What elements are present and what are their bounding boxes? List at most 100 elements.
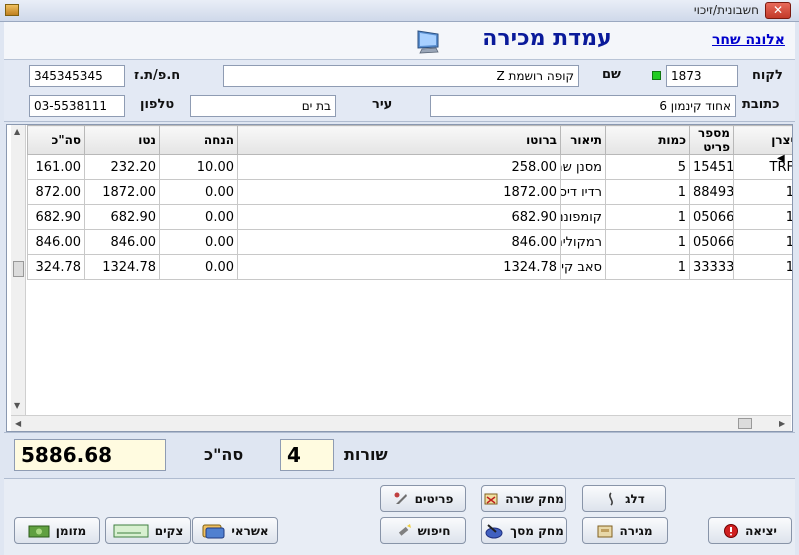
col-qty-header[interactable]: כמות xyxy=(605,125,690,155)
cell-net[interactable]: 682.90 xyxy=(84,204,160,230)
cell-gross[interactable]: 1324.78 xyxy=(237,254,561,280)
delete-row-icon xyxy=(484,493,498,504)
title-bar: חשבונית/זיכוי ✕ xyxy=(0,0,799,22)
checks-button[interactable]: צקים xyxy=(105,517,191,544)
horizontal-scroll-thumb[interactable] xyxy=(738,418,752,429)
vertical-scroll-thumb[interactable] xyxy=(13,261,24,277)
delete-screen-button[interactable]: מחק מסך xyxy=(481,517,567,544)
cell-maker[interactable]: 1 xyxy=(733,229,792,255)
cell-net[interactable]: 846.00 xyxy=(84,229,160,255)
cell-maker[interactable]: 1 xyxy=(733,204,792,230)
delete-row-button[interactable]: מחק שורה xyxy=(481,485,566,512)
items-grid[interactable]: ▲ ▼ סה"כ נטו הנחה ברוטו תיאור כמות מספר … xyxy=(6,124,793,432)
exit-button[interactable]: יציאה xyxy=(708,517,792,544)
col-item-number-header[interactable]: מספר פריט xyxy=(689,125,734,155)
cell-total[interactable]: 872.00 xyxy=(27,179,85,205)
col-total-header[interactable]: סה"כ xyxy=(27,125,85,155)
cell-total[interactable]: 846.00 xyxy=(27,229,85,255)
cell-item-number[interactable]: 050667110079 xyxy=(689,229,734,255)
app-icon xyxy=(5,4,19,16)
table-row[interactable]: 682.90 682.90 0.00 682.90 קומפוננט אינפי… xyxy=(27,204,792,230)
name-field[interactable]: קופה רושמת Z xyxy=(223,65,579,87)
delete-screen-button-label: מחק מסך xyxy=(510,523,564,538)
cell-item-number[interactable]: 050667110406 xyxy=(689,204,734,230)
current-row-pointer-icon: ◀ xyxy=(777,153,785,164)
check-icon xyxy=(113,524,149,537)
cell-qty[interactable]: 5 xyxy=(605,154,690,180)
col-net-header[interactable]: נטו xyxy=(84,125,160,155)
cell-discount[interactable]: 0.00 xyxy=(159,179,238,205)
customer-number-field[interactable]: 1873 xyxy=(666,65,738,87)
cash-button[interactable]: מזומן xyxy=(14,517,100,544)
cell-qty[interactable]: 1 xyxy=(605,204,690,230)
cell-gross[interactable]: 258.00 xyxy=(237,154,561,180)
cell-maker[interactable]: 1 xyxy=(733,254,792,280)
col-discount-header[interactable]: הנחה xyxy=(159,125,238,155)
skip-button-label: דלג xyxy=(625,491,645,506)
cell-item-number[interactable]: 1545158548 xyxy=(689,154,734,180)
cell-total[interactable]: 324.78 xyxy=(27,254,85,280)
id-field[interactable]: 345345345 xyxy=(29,65,125,87)
cell-qty[interactable]: 1 xyxy=(605,254,690,280)
totals-bar: 5886.68 סה"כ 4 שורות xyxy=(4,432,795,478)
customer-panel: לקוח 1873 שם קופה רושמת Z ח.פ/ת.ז 345345… xyxy=(4,60,795,122)
cash-icon xyxy=(28,525,50,537)
user-link[interactable]: אלונה שחר xyxy=(712,32,785,48)
monitor-icon xyxy=(417,30,439,54)
cell-discount[interactable]: 0.00 xyxy=(159,254,238,280)
cell-qty[interactable]: 1 xyxy=(605,179,690,205)
scroll-left-icon[interactable]: ◀ xyxy=(15,419,21,428)
cell-net[interactable]: 1872.00 xyxy=(84,179,160,205)
cell-description[interactable]: רמקולים אינפיניטי 6X9 פול רנג׳ 6929I xyxy=(560,229,606,255)
cell-gross[interactable]: 846.00 xyxy=(237,229,561,255)
cell-maker[interactable]: 1 xyxy=(733,179,792,205)
credit-button[interactable]: אשראי xyxy=(192,517,278,544)
col-gross-header[interactable]: ברוטו xyxy=(237,125,561,155)
city-field[interactable]: בת ים xyxy=(190,95,336,117)
flashlight-icon xyxy=(398,523,411,536)
search-button-label: חיפוש xyxy=(417,523,451,538)
table-row[interactable]: 846.00 846.00 0.00 846.00 רמקולים אינפינ… xyxy=(27,229,792,255)
line-count-label: שורות xyxy=(344,445,388,464)
col-description-header[interactable]: תיאור xyxy=(560,125,606,155)
horizontal-scrollbar[interactable]: ◀ ▶ xyxy=(11,415,791,431)
vertical-scrollbar[interactable]: ▲ ▼ xyxy=(11,125,26,415)
cell-description[interactable]: סאב קיקר מרובע xyxy=(560,254,606,280)
cell-net[interactable]: 232.20 xyxy=(84,154,160,180)
customer-label: לקוח xyxy=(752,68,783,83)
scroll-up-icon[interactable]: ▲ xyxy=(14,127,20,136)
name-label: שם xyxy=(602,67,621,82)
items-button[interactable]: פריטים xyxy=(380,485,466,512)
phone-field[interactable]: 03-5538111 xyxy=(29,95,125,117)
cell-net[interactable]: 1324.78 xyxy=(84,254,160,280)
cell-item-number[interactable]: 884938142687 xyxy=(689,179,734,205)
table-row[interactable]: 161.00 232.20 10.00 258.00 מסנן שמן 5 15… xyxy=(27,154,792,180)
cell-total[interactable]: 682.90 xyxy=(27,204,85,230)
table-row[interactable]: 324.78 1324.78 0.00 1324.78 סאב קיקר מרו… xyxy=(27,254,792,280)
cell-discount[interactable]: 10.00 xyxy=(159,154,238,180)
table-row[interactable]: 872.00 1872.00 0.00 1872.00 רדיו דיסק DV… xyxy=(27,179,792,205)
cell-discount[interactable]: 0.00 xyxy=(159,229,238,255)
skip-button[interactable]: דלג xyxy=(582,485,666,512)
eraser-icon xyxy=(485,523,503,538)
address-field[interactable]: אחוד קינמון 6 xyxy=(430,95,736,117)
cell-item-number[interactable]: 3333333337 xyxy=(689,254,734,280)
exit-button-label: יציאה xyxy=(745,523,777,538)
cell-description[interactable]: מסנן שמן xyxy=(560,154,606,180)
scroll-right-icon[interactable]: ▶ xyxy=(779,419,785,428)
cell-gross[interactable]: 1872.00 xyxy=(237,179,561,205)
cell-gross[interactable]: 682.90 xyxy=(237,204,561,230)
credit-card-icon xyxy=(202,524,225,538)
cell-discount[interactable]: 0.00 xyxy=(159,204,238,230)
scroll-down-icon[interactable]: ▼ xyxy=(14,401,20,410)
cell-description[interactable]: רדיו דיסק DVD -AVH 1450 xyxy=(560,179,606,205)
close-button[interactable]: ✕ xyxy=(765,2,791,19)
cell-qty[interactable]: 1 xyxy=(605,229,690,255)
status-indicator xyxy=(652,71,661,80)
col-maker-header[interactable]: יצרן xyxy=(733,125,792,155)
drawer-button[interactable]: מגירה xyxy=(582,517,668,544)
cell-description[interactable]: קומפוננט אינפיניטי 6.5 CS6530 xyxy=(560,204,606,230)
page-title: עמדת מכירה xyxy=(482,26,612,51)
search-button[interactable]: חיפוש xyxy=(380,517,466,544)
cell-total[interactable]: 161.00 xyxy=(27,154,85,180)
